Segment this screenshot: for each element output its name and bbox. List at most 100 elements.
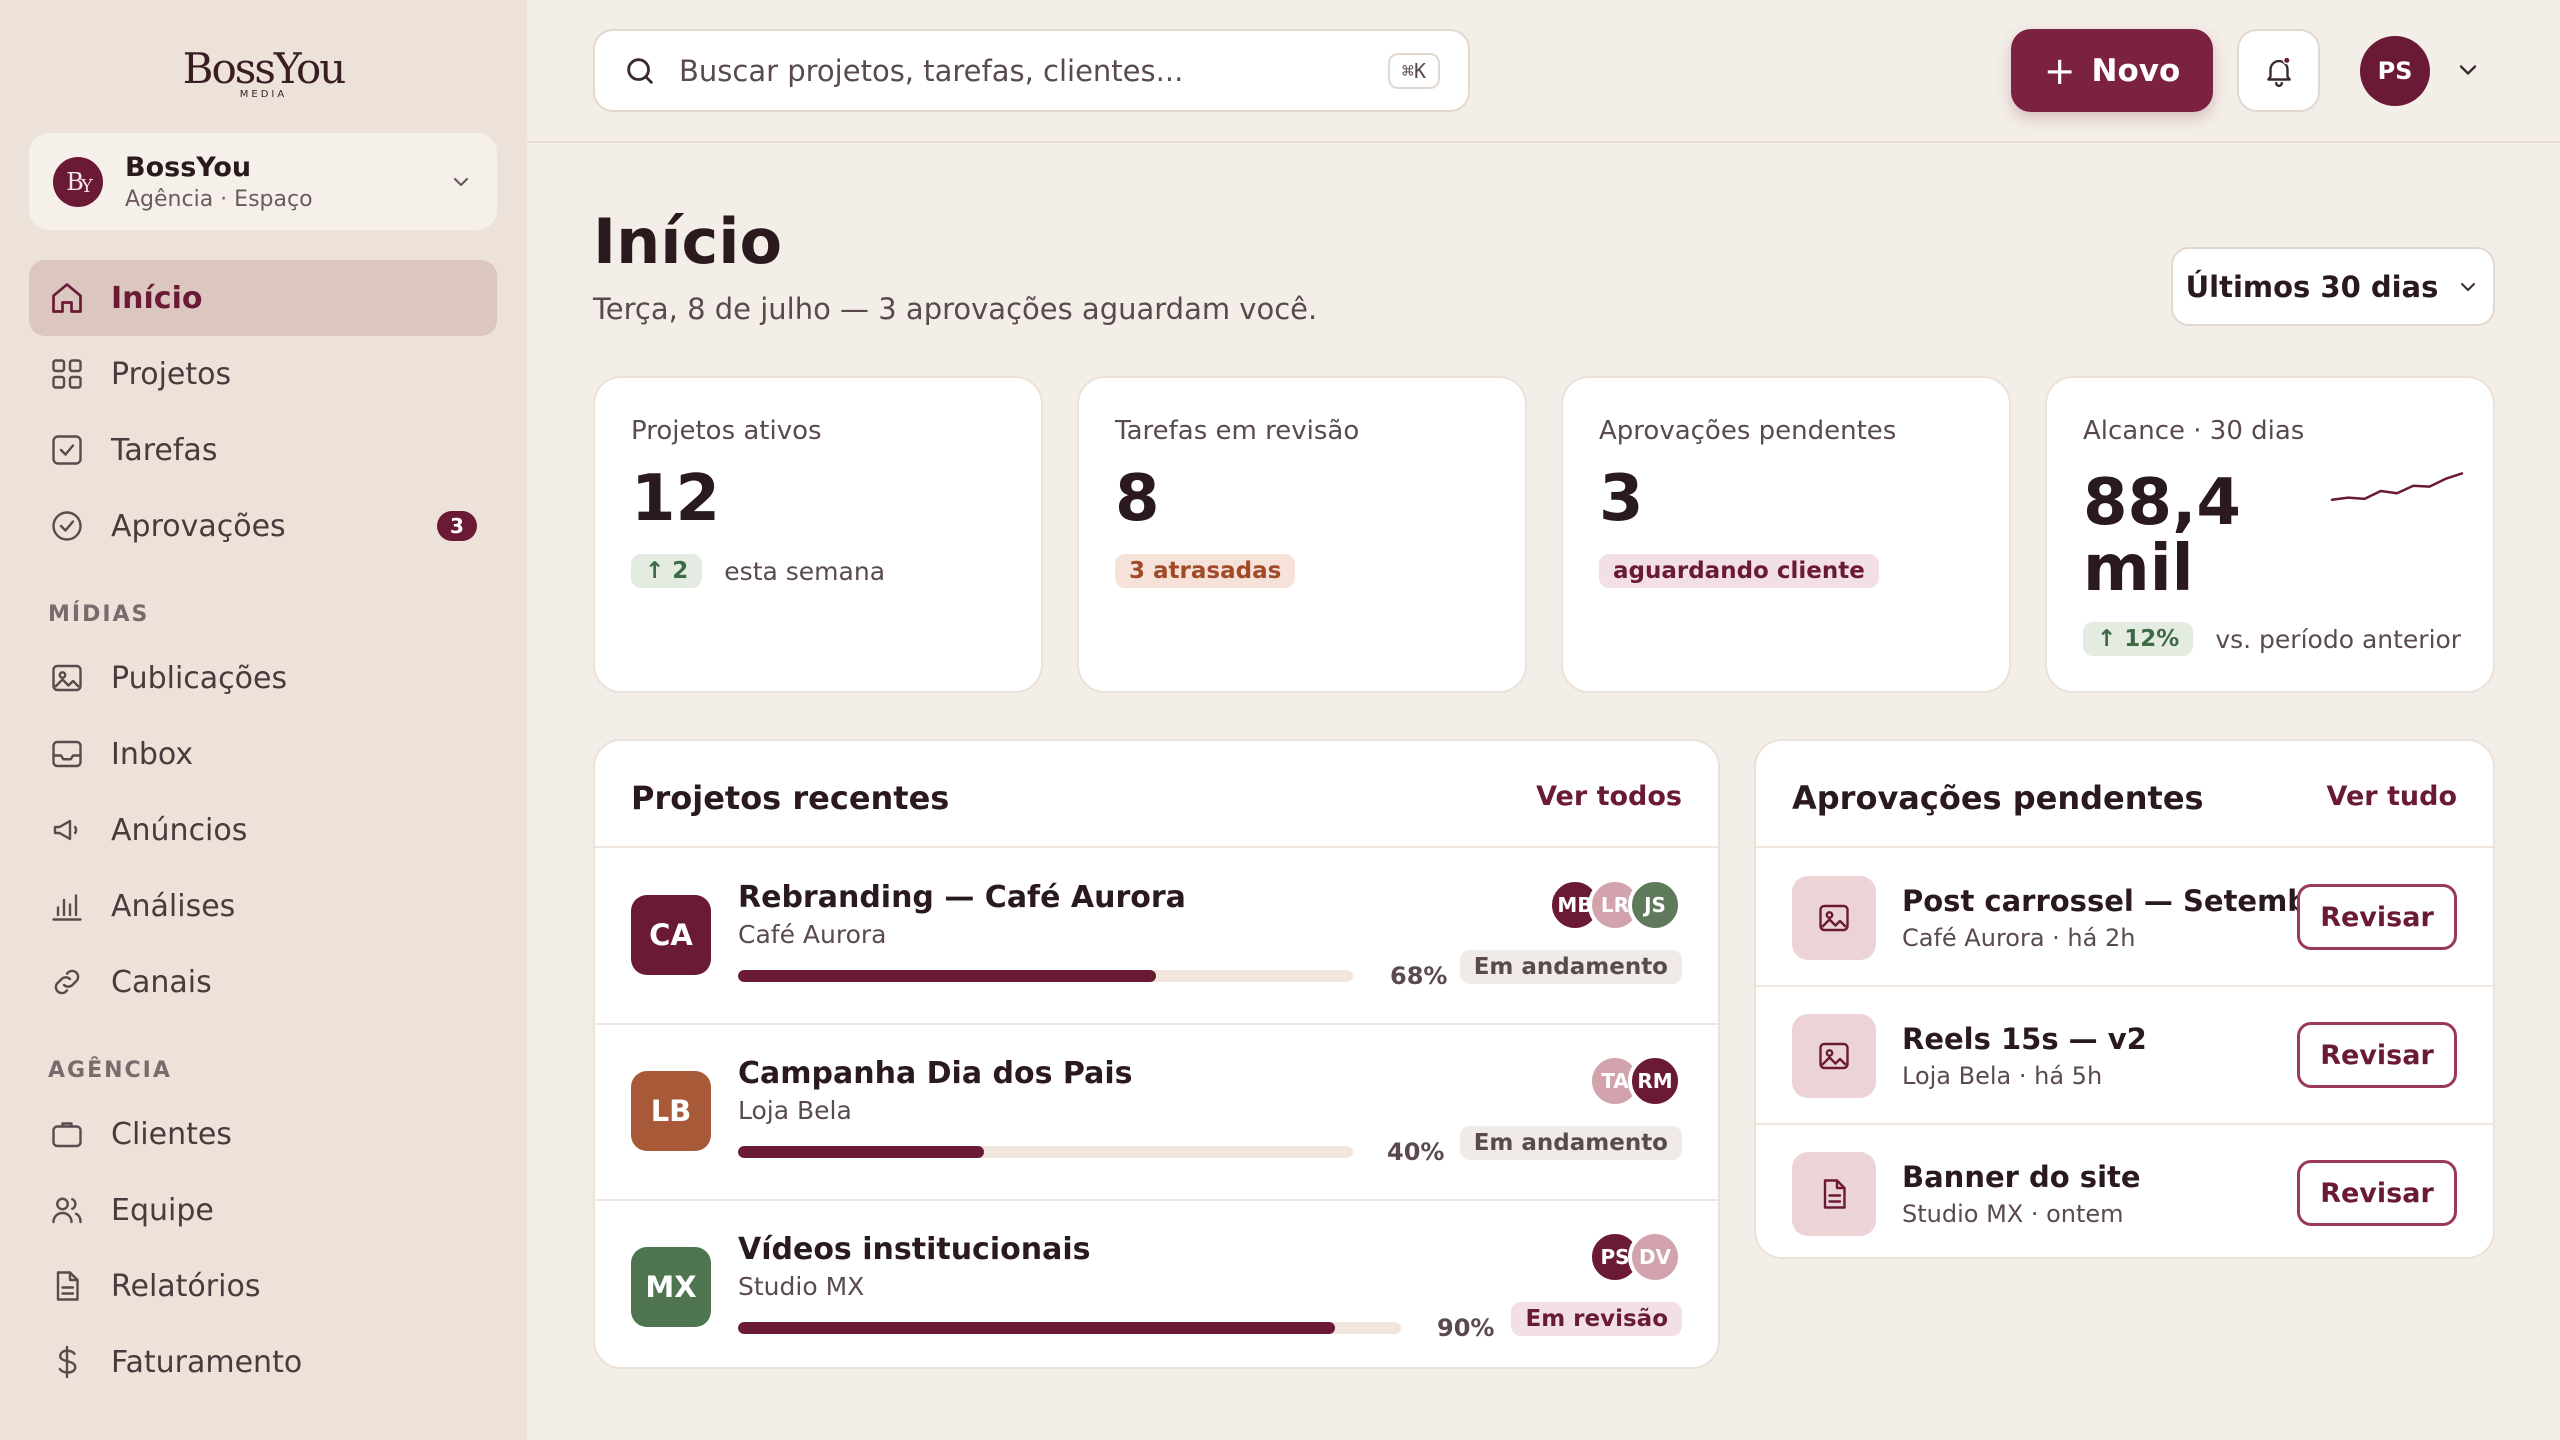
stat-label: Aprovações pendentes	[1599, 416, 1897, 446]
sidebar-item-label: Canais	[111, 964, 212, 1000]
topbar: ⌘K + Novo PS	[527, 0, 2560, 143]
workspace-avatar: BY	[53, 156, 103, 207]
stat-value-line2: mil	[2083, 532, 2194, 606]
stat-card-alcance: Alcance · 30 dias 88,4 mil ↑ 12% vs. per…	[2045, 376, 2495, 693]
project-name: Campanha Dia dos Pais	[738, 1056, 1133, 1091]
project-avatar: LB	[631, 1071, 711, 1151]
sidebar-item-relatorios[interactable]: Relatórios	[29, 1248, 497, 1324]
progress-fill	[738, 970, 1157, 982]
sidebar-item-projetos[interactable]: Projetos	[29, 336, 497, 412]
inbox-icon	[52, 740, 82, 768]
project-name: Vídeos institucionais	[738, 1232, 1091, 1267]
section-label-agencia: AGÊNCIA	[48, 1058, 172, 1083]
sidebar-item-label: Anúncios	[111, 812, 248, 848]
workspace-subtitle: Agência · Espaço	[125, 186, 313, 212]
status-badge: Em andamento	[1459, 1126, 1682, 1160]
bell-icon	[2266, 55, 2291, 87]
sidebar-item-inicio[interactable]: Início	[29, 260, 497, 336]
sidebar-item-inbox[interactable]: Inbox	[29, 716, 497, 792]
dollar-icon	[58, 1345, 77, 1379]
brand-logo-text: BossYou	[182, 44, 347, 93]
date-range-select[interactable]: Últimos 30 dias	[2171, 247, 2495, 326]
progress-label: 68%	[1390, 962, 1448, 990]
megaphone-icon	[53, 819, 78, 841]
check-circle-icon	[52, 511, 82, 541]
sidebar-item-aprovacoes[interactable]: Aprovações 3	[29, 488, 497, 564]
progress-label: 90%	[1437, 1314, 1495, 1342]
stat-card-tarefas-revisao: Tarefas em revisão 8 3 atrasadas	[1077, 376, 1527, 693]
sidebar-item-label: Projetos	[111, 356, 232, 392]
plus-icon: +	[2043, 48, 2076, 93]
search-box[interactable]: ⌘K	[593, 29, 1470, 112]
workspace-switcher[interactable]: BY BossYou Agência · Espaço	[29, 133, 497, 230]
awaiting-client-badge: aguardando cliente	[1599, 554, 1879, 588]
project-row[interactable]: LB Campanha Dia dos Pais Loja Bela 40% T…	[595, 1024, 1718, 1199]
link-icon	[54, 969, 80, 995]
chevron-down-icon[interactable]	[2454, 56, 2482, 84]
panel-title: Projetos recentes	[631, 779, 950, 817]
recent-projects-panel: Projetos recentes Ver todos CA Rebrandin…	[593, 739, 1720, 1369]
sidebar-item-label: Análises	[111, 888, 236, 924]
approval-name: Banner do site	[1902, 1160, 2141, 1194]
home-icon	[52, 283, 82, 313]
brand-logo[interactable]: BossYou MEDIA	[0, 44, 527, 100]
bar-chart-icon	[52, 894, 82, 921]
image-icon	[1819, 904, 1849, 932]
sidebar-item-clientes[interactable]: Clientes	[29, 1096, 497, 1172]
project-avatar: CA	[631, 895, 711, 975]
approval-thumbnail	[1792, 876, 1876, 960]
approval-row[interactable]: Post carrossel — Setembro Café Aurora · …	[1756, 848, 2493, 986]
sidebar-item-label: Publicações	[111, 660, 288, 696]
review-button[interactable]: Revisar	[2297, 1160, 2457, 1226]
stat-delta-pill: ↑ 12%	[2083, 622, 2194, 656]
search-input[interactable]	[679, 53, 1388, 88]
page-subtitle: Terça, 8 de julho — 3 aprovações aguarda…	[593, 292, 1318, 326]
pending-approvals-panel: Aprovações pendentes Ver tudo Post carro…	[1754, 739, 2495, 1259]
sidebar-item-anuncios[interactable]: Anúncios	[29, 792, 497, 868]
sidebar-item-label: Relatórios	[111, 1268, 261, 1304]
see-all-projects-link[interactable]: Ver todos	[1536, 781, 1682, 812]
sidebar-item-label: Início	[111, 280, 203, 316]
progress-label: 40%	[1387, 1138, 1445, 1166]
project-client: Studio MX	[738, 1272, 865, 1301]
sidebar-item-equipe[interactable]: Equipe	[29, 1172, 497, 1248]
sidebar-item-label: Aprovações	[111, 508, 286, 544]
overdue-badge: 3 atrasadas	[1115, 554, 1296, 588]
member-avatar: JS	[1628, 878, 1682, 932]
new-button[interactable]: + Novo	[2011, 29, 2213, 112]
sidebar-item-publicacoes[interactable]: Publicações	[29, 640, 497, 716]
approval-row[interactable]: Banner do site Studio MX · ontem Revisar	[1756, 1124, 2493, 1262]
sidebar-item-faturamento[interactable]: Faturamento	[29, 1324, 497, 1400]
sidebar-item-label: Faturamento	[111, 1344, 303, 1380]
project-row[interactable]: CA Rebranding — Café Aurora Café Aurora …	[595, 848, 1718, 1023]
sidebar-item-analises[interactable]: Análises	[29, 868, 497, 944]
stat-value: 88,4 mil	[2083, 470, 2241, 602]
member-avatar: DV	[1628, 1230, 1682, 1284]
approval-row[interactable]: Reels 15s — v2 Loja Bela · há 5h Revisar	[1756, 986, 2493, 1124]
status-badge: Em andamento	[1459, 950, 1682, 984]
project-client: Café Aurora	[738, 920, 887, 949]
stat-value: 3	[1599, 462, 1644, 536]
sidebar-item-tarefas[interactable]: Tarefas	[29, 412, 497, 488]
stat-card-aprovacoes-pendentes: Aprovações pendentes 3 aguardando client…	[1561, 376, 2011, 693]
user-avatar[interactable]: PS	[2360, 36, 2430, 106]
notifications-button[interactable]	[2237, 29, 2320, 112]
member-avatars: PS DV	[1588, 1230, 1682, 1284]
stat-delta-pill: ↑ 2	[631, 554, 703, 588]
approval-thumbnail	[1792, 1152, 1876, 1236]
progress-track	[738, 1322, 1401, 1334]
section-label-midias: MÍDIAS	[48, 602, 150, 627]
project-row[interactable]: MX Vídeos institucionais Studio MX 90% P…	[595, 1200, 1718, 1375]
chevron-down-icon	[453, 177, 469, 186]
see-all-approvals-link[interactable]: Ver tudo	[2327, 781, 2457, 812]
review-button[interactable]: Revisar	[2297, 1022, 2457, 1088]
sidebar: BossYou MEDIA BY BossYou Agência · Espaç…	[0, 0, 527, 1440]
sidebar-item-canais[interactable]: Canais	[29, 944, 497, 1020]
stat-note: vs. período anterior	[2215, 624, 2462, 654]
sidebar-item-label: Clientes	[111, 1116, 232, 1152]
review-button[interactable]: Revisar	[2297, 884, 2457, 950]
sidebar-item-label: Equipe	[111, 1192, 214, 1228]
stat-card-projetos-ativos: Projetos ativos 12 ↑ 2 esta semana	[593, 376, 1043, 693]
file-icon	[56, 1271, 79, 1301]
arrow-up-icon: ↑	[2097, 626, 2125, 652]
